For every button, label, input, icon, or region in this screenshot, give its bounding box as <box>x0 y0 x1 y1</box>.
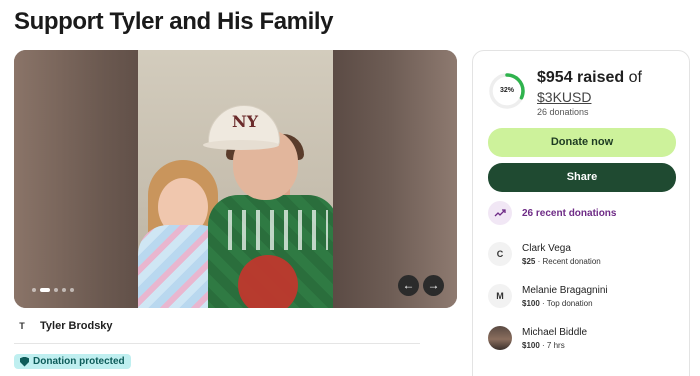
donor-meta: $100 · 7 hrs <box>522 340 565 350</box>
page-title: Support Tyler and His Family <box>14 8 334 35</box>
donation-count: 26 donations <box>537 107 589 117</box>
donor-avatar: M <box>488 284 512 308</box>
donor-item: Michael Biddle $100 · 7 hrs <box>488 326 587 350</box>
recent-donations-link[interactable]: 26 recent donations <box>488 201 616 225</box>
donor-item: C Clark Vega $25 · Recent donation <box>488 242 601 266</box>
progress-percent: 32% <box>499 87 514 94</box>
donation-card: 32% $954 raised of $3KUSD 26 donations D… <box>472 50 690 376</box>
recent-donations-label: 26 recent donations <box>522 207 617 219</box>
donor-item: M Melanie Bragagnini $100 · Top donation <box>488 284 608 308</box>
organizer-row[interactable]: T Tyler Brodsky <box>14 318 113 334</box>
donation-protected-badge[interactable]: Donation protected <box>14 354 131 369</box>
slide-dot[interactable] <box>70 288 74 292</box>
slide-indicator[interactable] <box>32 288 74 292</box>
previous-slide-button[interactable]: ← <box>398 275 419 296</box>
donor-photo-avatar <box>488 326 512 350</box>
fundraiser-photo: NY <box>138 50 333 308</box>
left-arrow-icon: ← <box>402 278 415 292</box>
slide-dot[interactable] <box>32 288 36 292</box>
donor-meta: $100 · Top donation <box>522 298 593 308</box>
donor-name: Melanie Bragagnini <box>522 284 608 296</box>
donor-name: Michael Biddle <box>522 326 588 338</box>
organizer-avatar: T <box>14 318 30 334</box>
slide-dot[interactable] <box>40 288 50 292</box>
donor-meta: $25 · Recent donation <box>522 256 601 266</box>
photo-gallery[interactable]: NY ← → <box>14 50 457 308</box>
donate-now-button[interactable]: Donate now <box>488 128 676 157</box>
goal-amount[interactable]: $3KUSD <box>537 89 591 105</box>
donor-name: Clark Vega <box>522 242 571 254</box>
amount-raised: $954 raised of <box>537 69 642 86</box>
trend-up-icon <box>488 201 512 225</box>
donor-avatar: C <box>488 242 512 266</box>
badge-label: Donation protected <box>33 356 125 367</box>
shield-icon <box>20 356 29 367</box>
divider <box>14 343 420 344</box>
slide-dot[interactable] <box>62 288 66 292</box>
right-arrow-icon: → <box>427 278 440 292</box>
next-slide-button[interactable]: → <box>423 275 444 296</box>
organizer-name[interactable]: Tyler Brodsky <box>40 320 113 332</box>
slide-dot[interactable] <box>54 288 58 292</box>
share-button[interactable]: Share <box>488 163 676 192</box>
